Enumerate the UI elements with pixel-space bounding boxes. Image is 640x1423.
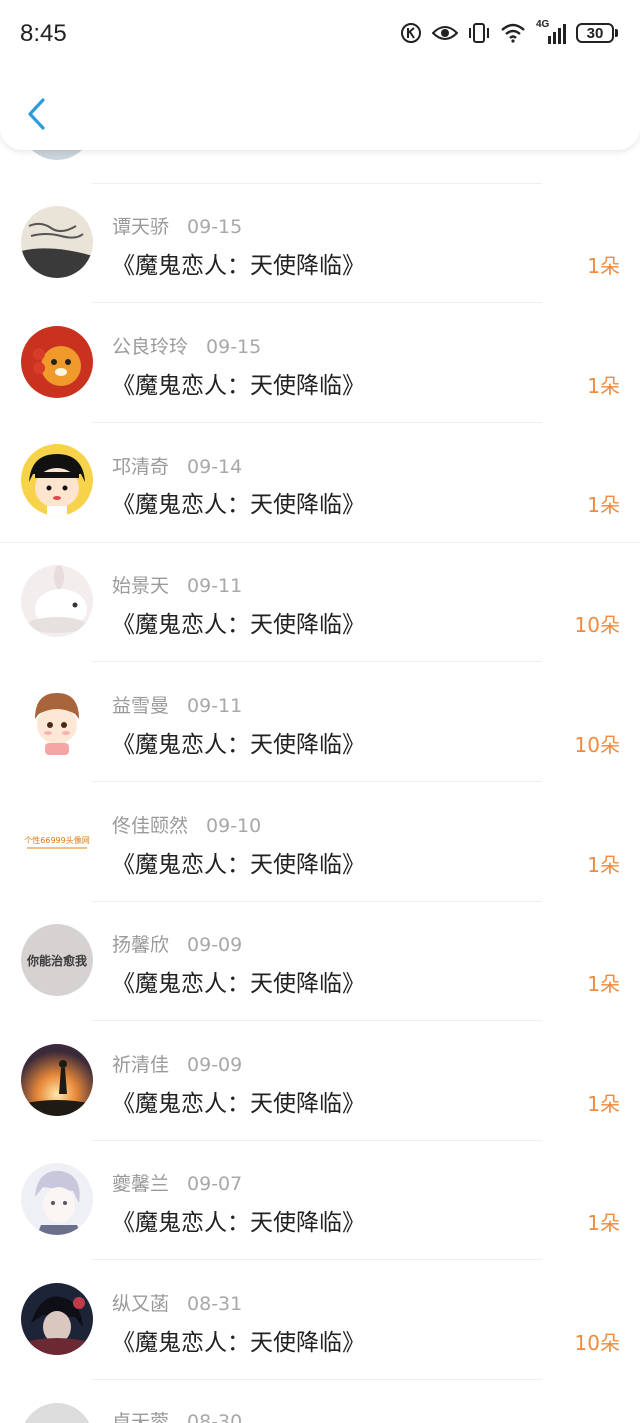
avatar: 个性66999头像网 bbox=[21, 805, 93, 877]
book-title: 《魔鬼恋人：天使降临》 bbox=[112, 253, 365, 279]
gift-date: 09-09 bbox=[187, 934, 243, 956]
list-item[interactable]: 卓天蓉 08-30 bbox=[0, 1381, 640, 1423]
list-item[interactable]: 你能治愈我 扬馨欣 09-09 《魔鬼恋人：天使降临》 1朵 bbox=[0, 902, 640, 1021]
gift-date: 09-09 bbox=[187, 1054, 243, 1076]
status-bar: 8:45 4G 30 bbox=[0, 0, 640, 70]
item-meta: 公良玲玲 09-15 bbox=[112, 332, 261, 359]
back-button[interactable] bbox=[18, 92, 54, 136]
avatar bbox=[21, 444, 93, 516]
list-item[interactable]: 公良玲玲 09-15 《魔鬼恋人：天使降临》 1朵 bbox=[0, 304, 640, 423]
flower-count: 10朵 bbox=[574, 1331, 620, 1355]
divider bbox=[92, 422, 542, 423]
flower-count: 10朵 bbox=[574, 733, 620, 757]
flower-count: 1朵 bbox=[587, 972, 620, 996]
item-meta: 祈清佳 09-09 bbox=[112, 1050, 242, 1077]
flower-count: 1朵 bbox=[587, 1211, 620, 1235]
divider bbox=[92, 1379, 542, 1380]
book-title: 《魔鬼恋人：天使降临》 bbox=[112, 612, 365, 638]
flower-count: 10朵 bbox=[574, 613, 620, 637]
sender-name[interactable]: 扬馨欣 bbox=[112, 934, 169, 956]
item-meta: 始景天 09-11 bbox=[112, 571, 242, 598]
list-item[interactable]: 祈清佳 09-09 《魔鬼恋人：天使降临》 1朵 bbox=[0, 1022, 640, 1141]
list-item[interactable]: 始景天 09-11 《魔鬼恋人：天使降临》 10朵 bbox=[0, 543, 640, 662]
item-meta: 邛清奇 09-14 bbox=[112, 452, 242, 479]
battery-icon: 30 bbox=[576, 23, 618, 43]
avatar bbox=[21, 685, 93, 757]
item-meta: 卓天蓉 08-30 bbox=[112, 1407, 242, 1423]
sender-name[interactable]: 佟佳颐然 bbox=[112, 815, 188, 837]
gift-date: 08-30 bbox=[187, 1411, 243, 1423]
sender-name[interactable]: 纵又菡 bbox=[112, 1293, 169, 1315]
divider bbox=[92, 661, 542, 662]
avatar bbox=[21, 1044, 93, 1116]
list-item[interactable]: 纵又菡 08-31 《魔鬼恋人：天使降临》 10朵 bbox=[0, 1261, 640, 1380]
list-item[interactable]: 谭天骄 09-15 《魔鬼恋人：天使降临》 1朵 bbox=[0, 184, 640, 303]
network-type-label: 4G bbox=[536, 19, 550, 30]
book-title: 《魔鬼恋人：天使降临》 bbox=[112, 492, 365, 518]
divider bbox=[92, 1020, 542, 1021]
status-icons: 4G 30 bbox=[400, 19, 618, 44]
flower-count: 1朵 bbox=[587, 493, 620, 517]
flower-count: 1朵 bbox=[587, 254, 620, 278]
gift-date: 09-15 bbox=[187, 216, 243, 238]
item-meta: 夔馨兰 09-07 bbox=[112, 1169, 242, 1196]
eye-icon bbox=[432, 26, 458, 40]
sender-name[interactable]: 祈清佳 bbox=[112, 1054, 169, 1076]
item-meta: 扬馨欣 09-09 bbox=[112, 930, 242, 957]
flower-count: 1朵 bbox=[587, 1092, 620, 1116]
list-item[interactable]: 夔馨兰 09-07 《魔鬼恋人：天使降临》 1朵 bbox=[0, 1141, 640, 1260]
flower-count: 1朵 bbox=[587, 374, 620, 398]
item-meta: 纵又菡 08-31 bbox=[112, 1289, 242, 1316]
book-title: 《魔鬼恋人：天使降临》 bbox=[112, 852, 365, 878]
status-time: 8:45 bbox=[20, 20, 67, 47]
flower-count: 1朵 bbox=[587, 853, 620, 877]
gift-date: 08-31 bbox=[187, 1293, 243, 1315]
book-title: 《魔鬼恋人：天使降临》 bbox=[112, 1210, 365, 1236]
gift-date: 09-11 bbox=[187, 575, 243, 597]
item-meta: 谭天骄 09-15 bbox=[112, 212, 242, 239]
book-title: 《魔鬼恋人：天使降临》 bbox=[112, 1091, 365, 1117]
flower-gift-list: 谭天骄 09-15 《魔鬼恋人：天使降临》 1朵 公良玲玲 09-15 《魔鬼恋人：… bbox=[0, 0, 640, 1423]
sender-name[interactable]: 谭天骄 bbox=[112, 216, 169, 238]
list-item[interactable]: 邛清奇 09-14 《魔鬼恋人：天使降临》 1朵 bbox=[0, 424, 640, 543]
avatar bbox=[21, 1403, 93, 1423]
sender-name[interactable]: 卓天蓉 bbox=[112, 1411, 169, 1423]
wifi-icon bbox=[501, 23, 525, 43]
sender-name[interactable]: 夔馨兰 bbox=[112, 1173, 169, 1195]
divider bbox=[92, 302, 542, 303]
avatar: 你能治愈我 bbox=[21, 924, 93, 996]
divider bbox=[92, 781, 542, 782]
gift-date: 09-15 bbox=[206, 336, 262, 358]
battery-level: 30 bbox=[576, 23, 614, 43]
gift-date: 09-07 bbox=[187, 1173, 243, 1195]
avatar-watermark-text: 个性66999头像网 bbox=[24, 835, 89, 845]
sender-name[interactable]: 邛清奇 bbox=[112, 456, 169, 478]
chevron-left-icon bbox=[28, 98, 45, 130]
book-title: 《魔鬼恋人：天使降临》 bbox=[112, 1330, 365, 1356]
avatar bbox=[21, 326, 93, 398]
book-title: 《魔鬼恋人：天使降临》 bbox=[112, 971, 365, 997]
avatar bbox=[21, 1163, 93, 1235]
avatar-text: 你能治愈我 bbox=[26, 953, 87, 968]
list-item[interactable]: 益雪曼 09-11 《魔鬼恋人：天使降临》 10朵 bbox=[0, 663, 640, 782]
item-meta: 益雪曼 09-11 bbox=[112, 691, 242, 718]
hd-call-icon bbox=[401, 23, 421, 43]
sender-name[interactable]: 公良玲玲 bbox=[112, 336, 188, 358]
gift-date: 09-11 bbox=[187, 695, 243, 717]
divider bbox=[92, 1259, 542, 1260]
avatar bbox=[21, 565, 93, 637]
cellular-signal-icon: 4G bbox=[536, 19, 566, 44]
avatar bbox=[21, 206, 93, 278]
item-meta: 佟佳颐然 09-10 bbox=[112, 811, 261, 838]
gift-date: 09-10 bbox=[206, 815, 262, 837]
list-item[interactable]: 个性66999头像网 佟佳颐然 09-10 《魔鬼恋人：天使降临》 1朵 bbox=[0, 783, 640, 902]
gift-date: 09-14 bbox=[187, 456, 243, 478]
sender-name[interactable]: 益雪曼 bbox=[112, 695, 169, 717]
book-title: 《魔鬼恋人：天使降临》 bbox=[112, 732, 365, 758]
sender-name[interactable]: 始景天 bbox=[112, 575, 169, 597]
book-title: 《魔鬼恋人：天使降临》 bbox=[112, 373, 365, 399]
vibrate-icon bbox=[469, 23, 489, 43]
avatar bbox=[21, 1283, 93, 1355]
